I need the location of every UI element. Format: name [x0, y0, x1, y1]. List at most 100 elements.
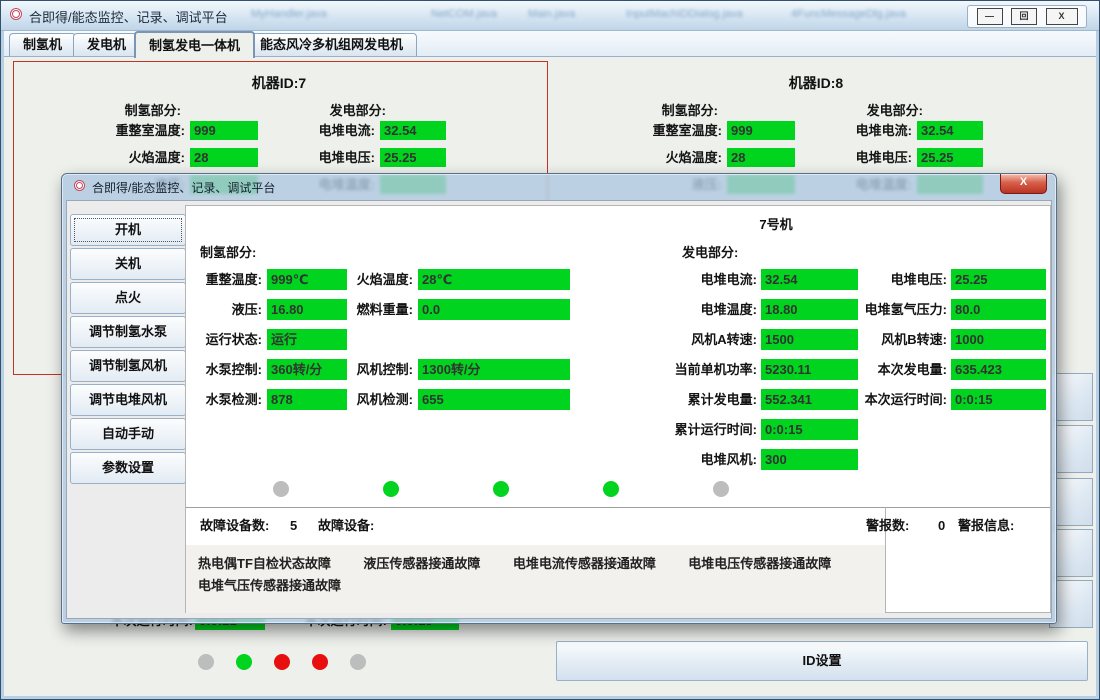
- field-value: 80.0: [951, 299, 1046, 320]
- adjust-hydrogen-fan-button[interactable]: 调节制氢风机: [70, 350, 186, 382]
- machine7-hydrogen-header: 制氢部分:: [61, 101, 181, 120]
- fault-count: 5: [290, 516, 297, 536]
- fault-item: 电堆电压传感器接通故障: [688, 553, 831, 575]
- window-titlebar[interactable]: 合即得/能态监控、记录、调试平台 MyHandler.java NetCOM.j…: [1, 1, 1099, 31]
- field-value: 552.341: [761, 389, 858, 410]
- field-value: 1500: [761, 329, 858, 350]
- field-value: 25.25: [380, 148, 446, 167]
- machine8-power-header: 发电部分:: [803, 101, 923, 120]
- tab-hydrogen-power-combined[interactable]: 制氢发电一体机: [134, 31, 255, 58]
- field-label: 电堆电流:: [241, 121, 375, 140]
- field-label: 重整室温度:: [41, 121, 185, 140]
- ghost-file-tab: NetCOM.java: [431, 8, 497, 20]
- close-icon[interactable]: X: [1000, 174, 1047, 194]
- field-value: 878: [267, 389, 347, 410]
- status-light: [274, 654, 290, 670]
- field-label: 风机A转速:: [606, 329, 757, 350]
- field-label: 火焰温度:: [578, 148, 722, 167]
- field-value: 32.54: [380, 121, 446, 140]
- window-title: 合即得/能态监控、记录、调试平台: [29, 7, 228, 26]
- field-value: 28℃: [418, 269, 570, 290]
- field-label: 电堆电压:: [778, 148, 912, 167]
- app-icon: [10, 8, 22, 20]
- field-label: 电堆电压:: [846, 269, 947, 290]
- field-label: 重整室温度:: [578, 121, 722, 140]
- machine7-detail-dialog: 合即得/能态监控、记录、调试平台 X 开机 关机 点火 调节制氢水泵 调节制氢风…: [61, 173, 1057, 624]
- divider: [186, 507, 1050, 508]
- parameter-settings-button[interactable]: 参数设置: [70, 452, 186, 484]
- field-label: 电堆氢气压力:: [846, 299, 947, 320]
- field-label: 累计发电量:: [606, 389, 757, 410]
- dialog-body: 开机 关机 点火 调节制氢水泵 调节制氢风机 调节电堆风机 自动手动 参数设置 …: [66, 200, 1052, 619]
- adjust-hydrogen-pump-button[interactable]: 调节制氢水泵: [70, 316, 186, 348]
- status-light: [273, 481, 289, 497]
- ghost-file-tab: Main.java: [528, 8, 575, 20]
- field-label: 水泵控制:: [186, 359, 262, 380]
- field-label: 本次运行时间:: [846, 389, 947, 410]
- tab-aircooled-multiunit[interactable]: 能态风冷多机组网发电机: [246, 33, 417, 56]
- field-value: 25.25: [951, 269, 1046, 290]
- field-value: 635.423: [951, 359, 1046, 380]
- fault-item: 电堆电流传感器接通故障: [513, 553, 656, 575]
- field-label: 水泵检测:: [186, 389, 262, 410]
- power-section-header: 发电部分:: [682, 242, 802, 263]
- adjust-stack-fan-button[interactable]: 调节电堆风机: [70, 384, 186, 416]
- field-label: 液压:: [186, 299, 262, 320]
- dialog-titlebar[interactable]: 合即得/能态监控、记录、调试平台 X: [62, 174, 1056, 200]
- id-settings-button[interactable]: ID设置: [556, 641, 1088, 681]
- status-light: [350, 654, 366, 670]
- field-label: 当前单机功率:: [606, 359, 757, 380]
- fault-devices-label: 故障设备:: [318, 516, 374, 536]
- field-label: 燃料重量:: [348, 299, 413, 320]
- tab-generator[interactable]: 发电机: [73, 33, 140, 56]
- field-value: 0.0: [418, 299, 570, 320]
- field-value: 999℃: [267, 269, 347, 290]
- field-label: 风机B转速:: [846, 329, 947, 350]
- field-label: 风机控制:: [348, 359, 413, 380]
- minimize-icon[interactable]: —: [977, 8, 1003, 25]
- field-label: 火焰温度:: [348, 269, 413, 290]
- field-value: 1000: [951, 329, 1046, 350]
- app-window: 合即得/能态监控、记录、调试平台 MyHandler.java NetCOM.j…: [0, 0, 1100, 700]
- machine8-hydrogen-header: 制氢部分:: [598, 101, 718, 120]
- fault-list: 热电偶TF自检状态故障 液压传感器接通故障 电堆电流传感器接通故障 电堆电压传感…: [186, 545, 885, 613]
- power-on-button[interactable]: 开机: [70, 214, 186, 246]
- field-value: 655: [418, 389, 570, 410]
- ghost-file-tab: 4FuncMessageDlg.java: [791, 8, 906, 20]
- field-value: 0:0:15: [761, 419, 858, 440]
- fault-item: 电堆气压传感器接通故障: [198, 575, 341, 597]
- status-light: [236, 654, 252, 670]
- field-value: 0:0:15: [951, 389, 1046, 410]
- field-value: 5230.11: [761, 359, 858, 380]
- power-off-button[interactable]: 关机: [70, 248, 186, 280]
- status-light: [713, 481, 729, 497]
- machine7-title: 机器ID:7: [179, 73, 379, 93]
- field-value: 1300转/分: [418, 359, 570, 380]
- field-label: 火焰温度:: [41, 148, 185, 167]
- field-label: 运行状态:: [186, 329, 262, 350]
- alarm-info-label: 警报信息:: [958, 516, 1014, 536]
- field-label: 电堆电压:: [241, 148, 375, 167]
- dialog-data-panel: 7号机 制氢部分: 重整温度: 999℃ 火焰温度: 28℃ 液压: 16.80…: [185, 205, 1051, 613]
- tab-hydrogen-machine[interactable]: 制氢机: [9, 33, 76, 56]
- close-icon[interactable]: X: [1046, 8, 1078, 25]
- field-value: 360转/分: [267, 359, 347, 380]
- auto-manual-button[interactable]: 自动手动: [70, 418, 186, 450]
- fault-count-label: 故障设备数:: [200, 516, 269, 536]
- alarm-count: 0: [938, 516, 945, 536]
- hydrogen-section-header: 制氢部分:: [200, 242, 320, 263]
- tab-bar: 制氢机 发电机 制氢发电一体机 能态风冷多机组网发电机: [4, 31, 1096, 56]
- field-value: 32.54: [761, 269, 858, 290]
- maximize-icon[interactable]: 回: [1011, 8, 1037, 25]
- fault-item: 液压传感器接通故障: [363, 553, 480, 575]
- ignite-button[interactable]: 点火: [70, 282, 186, 314]
- field-label: 累计运行时间:: [606, 419, 757, 440]
- status-light: [198, 654, 214, 670]
- field-value: 18.80: [761, 299, 858, 320]
- field-label: 电堆电流:: [606, 269, 757, 290]
- field-label: 风机检测:: [348, 389, 413, 410]
- field-value: 运行: [267, 329, 347, 350]
- field-label: 电堆温度:: [606, 299, 757, 320]
- alarm-count-label: 警报数:: [866, 516, 909, 536]
- status-light: [383, 481, 399, 497]
